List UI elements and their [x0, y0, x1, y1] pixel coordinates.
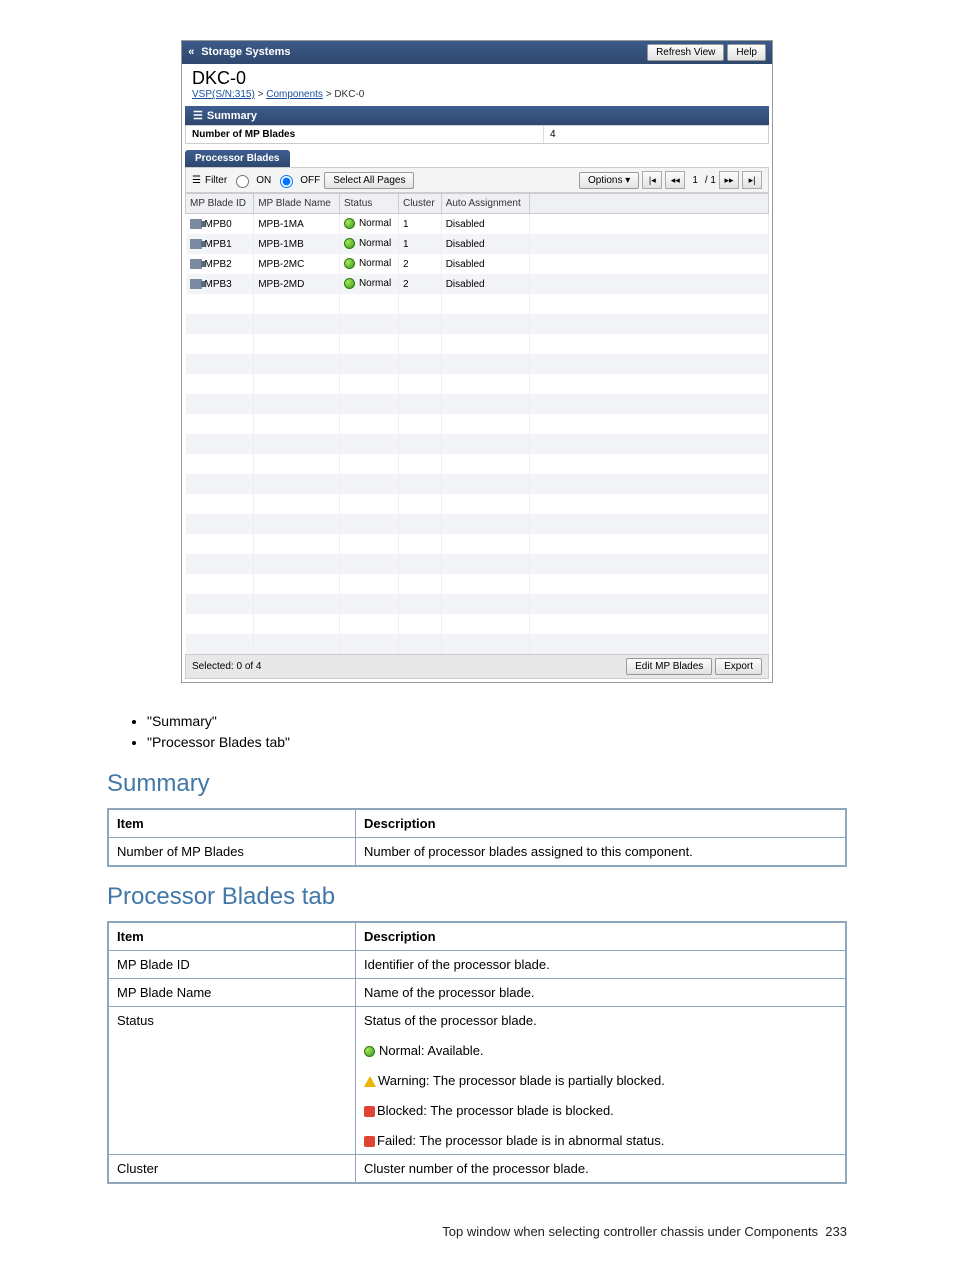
blade-icon: [190, 259, 202, 269]
table-row: [186, 474, 769, 494]
filter-toggle[interactable]: ☰Filter: [192, 175, 227, 186]
table-row: [186, 614, 769, 634]
options-dropdown[interactable]: Options ▾: [579, 172, 639, 189]
table-row: [186, 434, 769, 454]
page-last-button[interactable]: ▸|: [742, 171, 762, 189]
table-row: [186, 634, 769, 654]
col-cluster[interactable]: Cluster: [398, 194, 441, 214]
table-row: [186, 314, 769, 334]
blade-icon: [190, 239, 202, 249]
breadcrumb-current: DKC-0: [334, 89, 364, 100]
table-row: [186, 394, 769, 414]
failed-icon: [364, 1136, 375, 1147]
status-normal-icon: [344, 218, 355, 229]
app-window: « Storage Systems Refresh View Help DKC-…: [181, 40, 773, 683]
breadcrumb: VSP(S/N:315) > Components > DKC-0: [182, 89, 772, 106]
heading-summary: Summary: [107, 770, 847, 798]
col-mp-blade-id[interactable]: MP Blade ID: [186, 194, 254, 214]
table-row[interactable]: MPB3MPB-2MDNormal2Disabled: [186, 274, 769, 294]
summary-value: 4: [544, 126, 562, 143]
table-row: [186, 374, 769, 394]
documentation-section: "Summary" "Processor Blades tab" Summary…: [107, 713, 847, 1184]
back-storage-systems[interactable]: « Storage Systems: [188, 46, 290, 59]
help-button[interactable]: Help: [727, 44, 766, 61]
table-row: [186, 454, 769, 474]
chevron-left-icon: «: [188, 47, 201, 59]
breadcrumb-vsp[interactable]: VSP(S/N:315): [192, 89, 255, 100]
select-all-pages-button[interactable]: Select All Pages: [324, 172, 414, 189]
filter-on-radio[interactable]: [236, 175, 249, 188]
table-row: [186, 494, 769, 514]
page-title: DKC-0: [182, 64, 772, 89]
blade-icon: [190, 219, 202, 229]
status-normal-icon: [344, 278, 355, 289]
tab-processor-blades[interactable]: Processor Blades: [185, 150, 290, 167]
col-status[interactable]: Status: [339, 194, 398, 214]
table-row: [186, 294, 769, 314]
table-row: [186, 354, 769, 374]
page-first-button[interactable]: |◂: [642, 171, 662, 189]
breadcrumb-components[interactable]: Components: [266, 89, 323, 100]
table-row: [186, 334, 769, 354]
refresh-view-button[interactable]: Refresh View: [647, 44, 724, 61]
summary-label: Number of MP Blades: [186, 126, 544, 143]
page-footer: Top window when selecting controller cha…: [107, 1224, 847, 1239]
page-number: 1: [688, 175, 702, 186]
bullet-processor-blades: "Processor Blades tab": [147, 734, 847, 750]
edit-mp-blades-button[interactable]: Edit MP Blades: [626, 658, 712, 675]
processor-blades-doc-table: ItemDescription MP Blade IDIdentifier of…: [107, 921, 847, 1184]
bullet-summary: "Summary": [147, 713, 847, 729]
table-row: [186, 574, 769, 594]
processor-blades-table: MP Blade ID MP Blade Name Status Cluster…: [185, 193, 769, 654]
col-spacer: [530, 194, 769, 214]
status-normal-icon: [344, 258, 355, 269]
table-footer: Selected: 0 of 4 Edit MP Blades Export: [185, 654, 769, 679]
blocked-icon: [364, 1106, 375, 1117]
table-row[interactable]: MPB0MPB-1MANormal1Disabled: [186, 214, 769, 235]
selected-count: Selected: 0 of 4: [192, 661, 262, 672]
table-row[interactable]: MPB1MPB-1MBNormal1Disabled: [186, 234, 769, 254]
blade-icon: [190, 279, 202, 289]
table-row: [186, 514, 769, 534]
col-mp-blade-name[interactable]: MP Blade Name: [254, 194, 340, 214]
normal-icon: [364, 1046, 375, 1057]
page-total: / 1: [705, 175, 716, 186]
table-row[interactable]: MPB2MPB-2MCNormal2Disabled: [186, 254, 769, 274]
summary-table: ItemDescription Number of MP BladesNumbe…: [107, 808, 847, 867]
page-next-button[interactable]: ▸▸: [719, 171, 739, 189]
table-row: [186, 414, 769, 434]
table-toolbar: ☰Filter ON OFF Select All Pages Options …: [185, 167, 769, 193]
heading-processor-blades-tab: Processor Blades tab: [107, 883, 847, 911]
collapse-icon: ☰: [193, 109, 203, 122]
summary-row: Number of MP Blades 4: [185, 125, 769, 144]
top-bar: « Storage Systems Refresh View Help: [182, 41, 772, 64]
status-normal-icon: [344, 238, 355, 249]
table-row: [186, 534, 769, 554]
filter-off-radio[interactable]: [280, 175, 293, 188]
page-prev-button[interactable]: ◂◂: [665, 171, 685, 189]
warning-icon: [364, 1076, 376, 1087]
table-row: [186, 594, 769, 614]
summary-header[interactable]: ☰Summary: [185, 106, 769, 125]
collapse-icon: ☰: [192, 175, 201, 186]
col-auto-assignment[interactable]: Auto Assignment: [441, 194, 529, 214]
export-button[interactable]: Export: [715, 658, 762, 675]
table-row: [186, 554, 769, 574]
